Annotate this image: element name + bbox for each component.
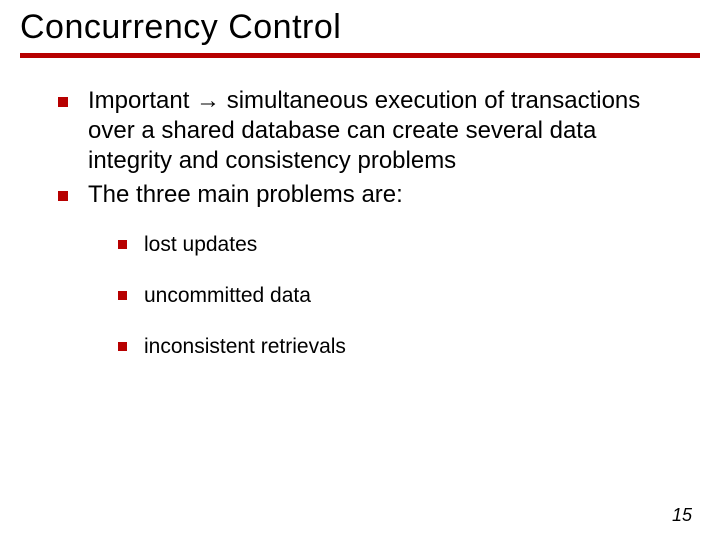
bullet-text-pre: Important <box>88 87 196 114</box>
bullet-list: Important → simultaneous execution of tr… <box>58 86 676 360</box>
bullet-item: Important → simultaneous execution of tr… <box>58 86 676 176</box>
sub-bullet-item: uncommitted data <box>118 283 676 308</box>
sub-bullet-text: uncommitted data <box>144 284 311 307</box>
slide-body: Important → simultaneous execution of tr… <box>0 58 720 360</box>
bullet-item: The three main problems are: lost update… <box>58 180 676 360</box>
arrow-icon: → <box>196 87 220 114</box>
slide-title: Concurrency Control <box>0 0 720 53</box>
bullet-text: The three main problems are: <box>88 181 403 208</box>
sub-bullet-list: lost updates uncommitted data inconsiste… <box>88 232 676 360</box>
sub-bullet-item: inconsistent retrievals <box>118 334 676 359</box>
sub-bullet-text: inconsistent retrievals <box>144 335 346 358</box>
sub-bullet-text: lost updates <box>144 233 257 256</box>
slide: Concurrency Control Important → simultan… <box>0 0 720 540</box>
page-number: 15 <box>672 505 692 526</box>
sub-bullet-item: lost updates <box>118 232 676 257</box>
